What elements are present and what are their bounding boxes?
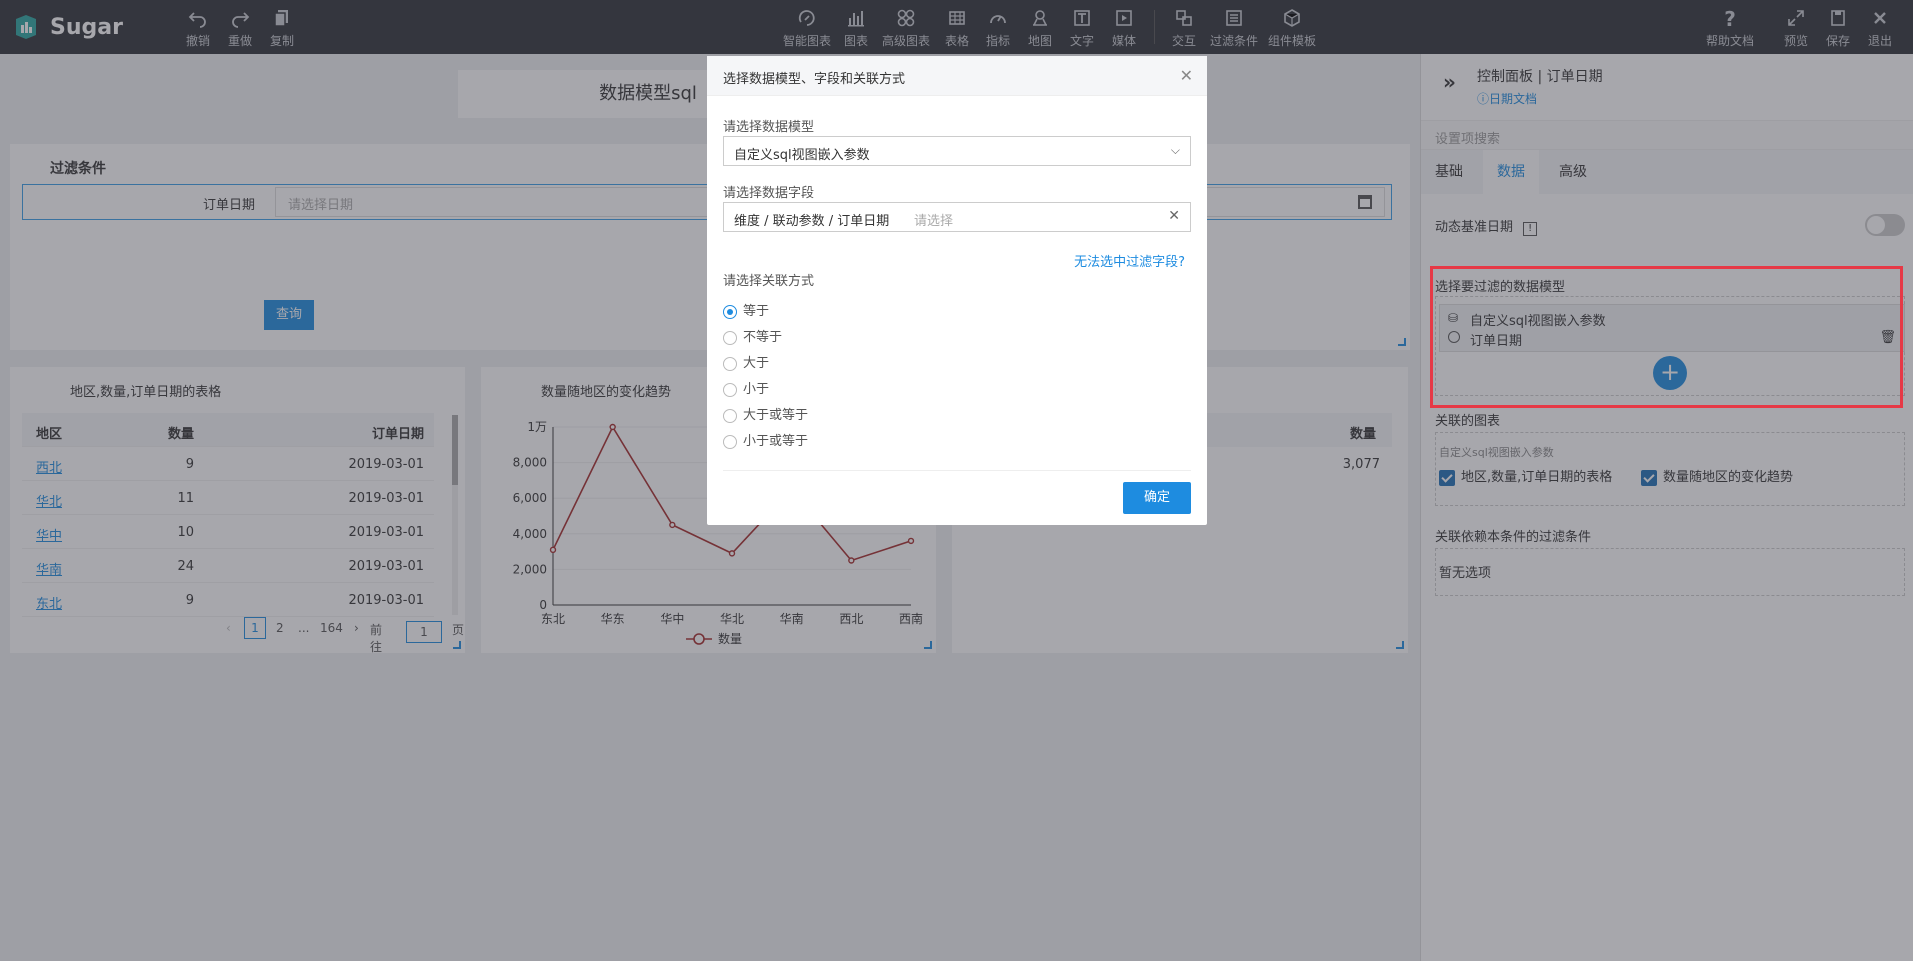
model-select[interactable]: 自定义sql视图嵌入参数 ⌵ <box>723 136 1191 166</box>
radio-label: 大于或等于 <box>743 408 809 423</box>
radio-greater[interactable]: 大于 <box>723 352 769 371</box>
radio-label: 不等于 <box>743 330 783 345</box>
field-select-label: 请选择数据字段 <box>723 186 815 201</box>
radio-icon[interactable] <box>723 382 737 397</box>
radio-label: 大于 <box>743 356 770 371</box>
app-root: Sugar 撤销 重做 复制 智能图表 图表 高级图表 表格 指标 地图 文字 … <box>0 0 1913 961</box>
clear-icon[interactable]: ✕ <box>1168 208 1180 224</box>
confirm-button[interactable]: 确定 <box>1123 482 1191 514</box>
dialog-title: 选择数据模型、字段和关联方式 <box>723 72 906 87</box>
chevron-down-icon: ⌵ <box>1170 143 1180 157</box>
field-cascader-value: 维度 / 联动参数 / 订单日期 <box>734 214 890 229</box>
annotation-highlight-box <box>1430 266 1903 408</box>
cannot-select-field-link[interactable]: 无法选中过滤字段? <box>1074 251 1185 270</box>
radio-selected-icon[interactable] <box>723 304 737 319</box>
model-select-label: 请选择数据模型 <box>723 120 815 135</box>
field-cascader[interactable]: 维度 / 联动参数 / 订单日期 请选择 ✕ <box>723 202 1191 232</box>
radio-icon[interactable] <box>723 330 737 345</box>
dialog-header: 选择数据模型、字段和关联方式 ✕ <box>707 56 1207 96</box>
dialog-close-icon[interactable]: ✕ <box>1180 66 1193 85</box>
radio-icon[interactable] <box>723 356 737 371</box>
radio-icon[interactable] <box>723 408 737 423</box>
model-select-value: 自定义sql视图嵌入参数 <box>734 148 870 163</box>
field-cascader-placeholder: 请选择 <box>914 214 954 229</box>
radio-label: 小于或等于 <box>743 434 809 449</box>
radio-equal[interactable]: 等于 <box>723 300 769 319</box>
radio-label: 等于 <box>743 304 770 319</box>
radio-label: 小于 <box>743 382 770 397</box>
radio-less-equal[interactable]: 小于或等于 <box>723 430 808 449</box>
radio-icon[interactable] <box>723 434 737 449</box>
select-model-dialog: 选择数据模型、字段和关联方式 ✕ 请选择数据模型 自定义sql视图嵌入参数 ⌵ … <box>707 56 1207 525</box>
relation-label: 请选择关联方式 <box>723 274 815 289</box>
dialog-divider <box>723 470 1191 471</box>
radio-not-equal[interactable]: 不等于 <box>723 326 782 345</box>
radio-greater-equal[interactable]: 大于或等于 <box>723 404 808 423</box>
radio-less[interactable]: 小于 <box>723 378 769 397</box>
